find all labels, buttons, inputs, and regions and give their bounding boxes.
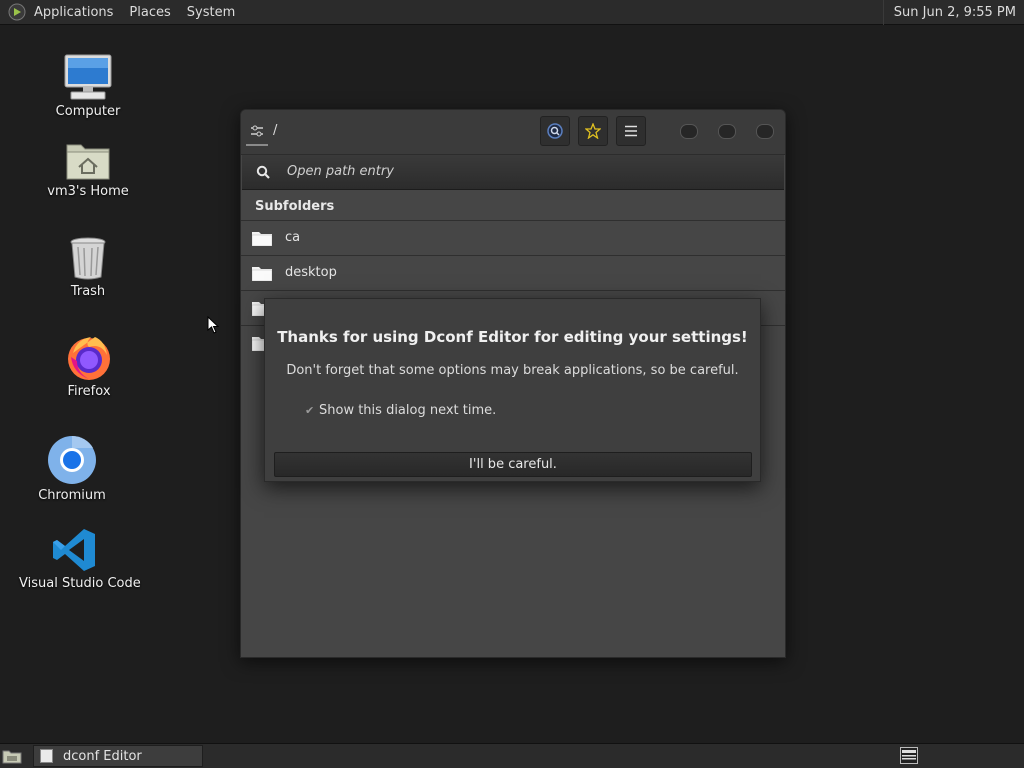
taskbar-dconf-editor[interactable]: dconf Editor — [33, 745, 203, 767]
vscode-icon — [53, 529, 95, 571]
folder-row-desktop[interactable]: desktop — [241, 255, 785, 289]
star-icon — [585, 123, 601, 139]
trash-icon — [70, 237, 106, 280]
folder-icon — [252, 267, 272, 281]
welcome-dialog: Thanks for using Dconf Editor for editin… — [264, 298, 761, 482]
desktop-icon-trash[interactable]: Trash — [33, 225, 143, 299]
firefox-icon — [68, 337, 110, 380]
path-underline — [246, 144, 268, 146]
computer-icon — [64, 54, 112, 100]
menu-applications[interactable]: Applications — [26, 0, 121, 25]
chromium-icon — [48, 435, 96, 484]
subfolders-heading: Subfolders — [255, 199, 335, 214]
desktop-icon-firefox[interactable]: Firefox — [34, 325, 144, 399]
hamburger-menu-icon — [625, 125, 637, 137]
desktop-icon-label: Chromium — [38, 488, 106, 503]
desktop-icon-label: Visual Studio Code — [19, 576, 141, 591]
desktop-icon-label: Firefox — [67, 384, 111, 399]
search-input[interactable]: Open path entry — [287, 164, 394, 179]
folder-name: ca — [285, 230, 301, 245]
show-dialog-checkbox[interactable]: ✔ Show this dialog next time. — [305, 403, 496, 418]
mouse-cursor-icon — [207, 316, 219, 334]
show-desktop-icon[interactable] — [2, 748, 22, 764]
main-menu-button[interactable] — [616, 116, 646, 146]
current-path[interactable]: / — [273, 123, 277, 138]
task-label: dconf Editor — [63, 748, 142, 764]
minimize-button[interactable] — [680, 124, 698, 139]
bookmarks-button[interactable] — [578, 116, 608, 146]
ill-be-careful-button[interactable]: I'll be careful. — [274, 452, 752, 477]
applications-logo-icon[interactable] — [8, 3, 26, 21]
settings-sliders-icon[interactable] — [250, 124, 264, 138]
workspace-switcher[interactable] — [900, 747, 918, 764]
desktop-icon-chromium[interactable]: Chromium — [17, 429, 127, 503]
headerbar: / — [241, 110, 785, 155]
home-folder-icon — [66, 144, 110, 180]
folder-icon — [252, 232, 272, 246]
menu-system[interactable]: System — [179, 0, 243, 25]
folder-row-ca[interactable]: ca — [241, 220, 785, 254]
desktop-icon-computer[interactable]: Computer — [33, 45, 143, 119]
top-panel: Applications Places System Sun Jun 2, 9:… — [0, 0, 1024, 25]
desktop-icon-vscode[interactable]: Visual Studio Code — [19, 517, 141, 591]
search-icon — [547, 123, 563, 139]
menu-places[interactable]: Places — [121, 0, 178, 25]
desktop-icon-home[interactable]: vm3's Home — [33, 125, 143, 199]
desktop-icon-label: Trash — [70, 284, 106, 299]
clock[interactable]: Sun Jun 2, 9:55 PM — [882, 0, 1024, 25]
checkmark-icon[interactable]: ✔ — [305, 404, 317, 417]
checkbox-label: Show this dialog next time. — [319, 403, 497, 418]
folder-name: desktop — [285, 265, 337, 280]
dialog-title: Thanks for using Dconf Editor for editin… — [277, 328, 748, 346]
bottom-panel: dconf Editor — [0, 743, 1024, 768]
desktop-icon-label: vm3's Home — [47, 184, 129, 199]
search-icon — [256, 165, 270, 179]
search-toggle-button[interactable] — [540, 116, 570, 146]
desktop-icon-label: Computer — [55, 104, 121, 119]
dialog-message: Don't forget that some options may break… — [286, 363, 739, 378]
workspace-icon — [902, 750, 916, 760]
close-button[interactable] — [756, 124, 774, 139]
dconf-editor-app-icon — [40, 749, 53, 763]
maximize-button[interactable] — [718, 124, 736, 139]
search-bar[interactable]: Open path entry — [242, 155, 784, 190]
